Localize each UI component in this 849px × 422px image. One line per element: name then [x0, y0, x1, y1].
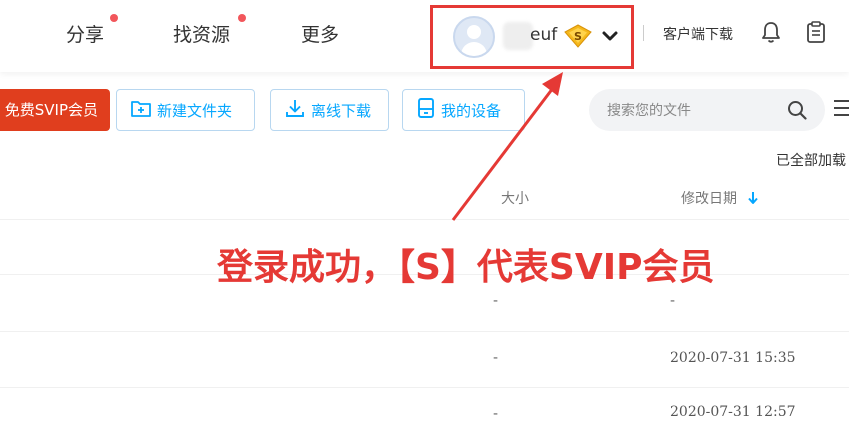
row-modified: -: [670, 293, 676, 309]
loaded-all-status: 已全部加载: [776, 153, 846, 169]
offline-download-button[interactable]: 离线下载: [270, 89, 389, 131]
column-header-size[interactable]: 大小: [501, 188, 529, 208]
list-view-icon[interactable]: [834, 98, 849, 122]
avatar[interactable]: [453, 16, 495, 58]
resources-notify-dot: [238, 14, 246, 22]
table-row-divider: [0, 219, 849, 220]
table-row-divider: [0, 387, 849, 388]
client-download-link[interactable]: 客户端下载: [663, 24, 733, 44]
new-folder-button[interactable]: 新建文件夹: [116, 89, 255, 131]
blurred-username: [503, 22, 533, 50]
nav-share[interactable]: 分享: [66, 20, 104, 47]
user-info-highlight-box: euf S: [430, 5, 634, 69]
new-folder-icon: [131, 99, 157, 121]
chevron-down-icon[interactable]: [601, 27, 619, 49]
clipboard-icon[interactable]: [805, 20, 827, 48]
column-header-modified[interactable]: 修改日期: [681, 188, 737, 208]
row-size: -: [493, 350, 499, 366]
share-notify-dot: [110, 14, 118, 22]
svip-badge-letter: S: [574, 30, 582, 43]
username[interactable]: euf: [530, 25, 557, 45]
search-input[interactable]: 搜索您的文件: [589, 89, 825, 131]
header-divider: [643, 25, 644, 41]
row-modified: 2020-07-31 15:35: [670, 350, 796, 366]
table-row-divider: [0, 331, 849, 332]
search-icon[interactable]: [787, 100, 807, 124]
download-icon: [285, 98, 311, 122]
nav-more[interactable]: 更多: [301, 20, 339, 47]
search-placeholder: 搜索您的文件: [607, 103, 691, 119]
new-folder-label: 新建文件夹: [157, 101, 233, 120]
row-size: -: [493, 406, 499, 422]
row-size: -: [493, 293, 499, 309]
free-svip-button[interactable]: 免费SVIP会员: [0, 89, 110, 131]
svip-badge-icon: S: [564, 24, 592, 52]
my-devices-label: 我的设备: [441, 101, 502, 120]
sort-desc-arrow-icon[interactable]: [747, 190, 759, 209]
device-icon: [417, 98, 441, 122]
offline-download-label: 离线下载: [311, 101, 372, 120]
top-bar: 分享 找资源 更多 euf S 客户端下载: [0, 0, 849, 72]
my-devices-button[interactable]: 我的设备: [402, 89, 525, 131]
nav-find-resources[interactable]: 找资源: [173, 20, 230, 47]
bell-icon[interactable]: [760, 20, 782, 48]
annotation-text: 登录成功，【S】代表SVIP会员: [217, 247, 715, 288]
